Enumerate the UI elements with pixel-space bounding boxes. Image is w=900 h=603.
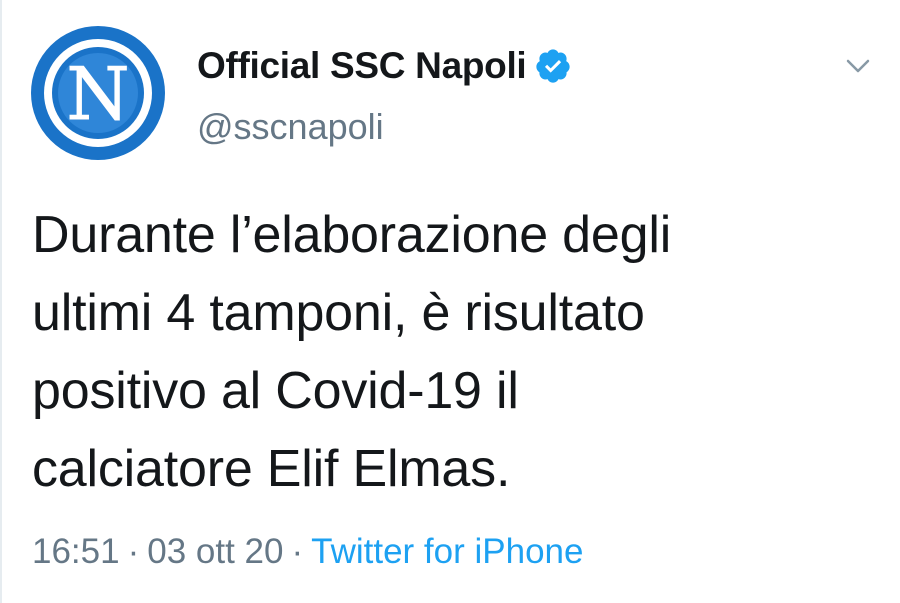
tweet-text: Durante l’elaborazione degli ultimi 4 ta… xyxy=(32,196,882,508)
tweet-metadata: 16:51 · 03 ott 20 · Twitter for iPhone xyxy=(32,532,583,572)
separator: · xyxy=(291,532,304,571)
tweet-text-line: Durante l’elaborazione degli xyxy=(32,206,672,264)
verified-badge-icon xyxy=(534,47,572,85)
tweet-text-line: ultimi 4 tamponi, è risultato xyxy=(32,284,645,342)
tweet-text-line: calciatore Elif Elmas. xyxy=(32,440,511,498)
card-border xyxy=(0,0,2,603)
tweet-card: N Official SSC Napoli @sscnapoli Durante… xyxy=(0,0,900,603)
author-name-row: Official SSC Napoli xyxy=(197,38,572,94)
chevron-down-icon[interactable] xyxy=(842,50,874,82)
tweet-date[interactable]: 03 ott 20 xyxy=(147,532,283,571)
tweet-time[interactable]: 16:51 xyxy=(32,532,120,571)
tweet-text-line: positivo al Covid-19 il xyxy=(32,362,519,420)
svg-text:N: N xyxy=(67,52,130,136)
tweet-source-link[interactable]: Twitter for iPhone xyxy=(311,532,583,571)
author-handle[interactable]: @sscnapoli xyxy=(197,106,384,148)
display-name[interactable]: Official SSC Napoli xyxy=(197,45,527,87)
separator: · xyxy=(127,532,140,571)
napoli-logo-icon: N xyxy=(31,26,165,160)
avatar[interactable]: N xyxy=(30,25,166,161)
